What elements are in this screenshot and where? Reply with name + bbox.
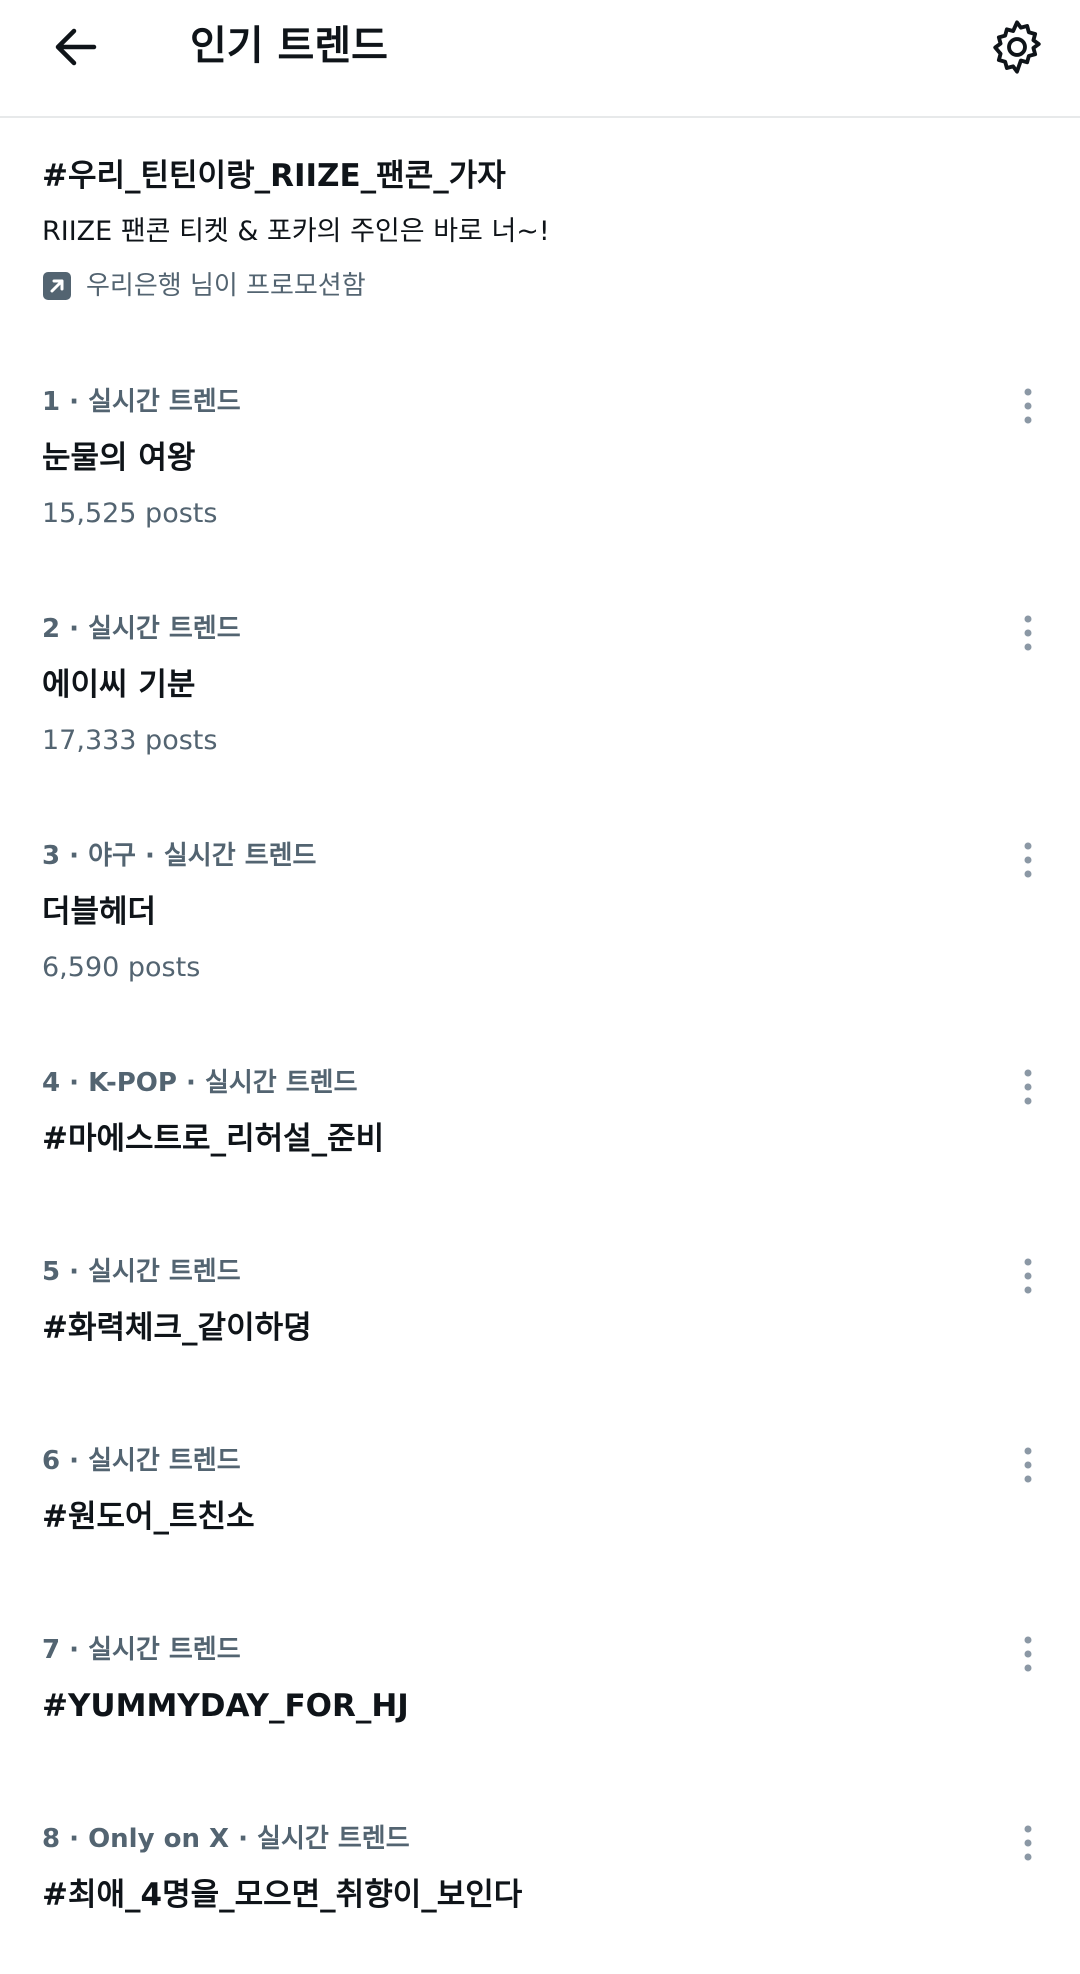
promoted-trend[interactable]: #우리_틴틴이랑_RIIZE_팬콘_가자 RIIZE 팬콘 티켓 & 포카의 주… (0, 118, 1080, 338)
back-button[interactable] (40, 12, 110, 82)
trend-name: #화력체크_같이하뎡 (42, 1310, 312, 1346)
top-bar: 인기 트렌드 (0, 0, 1080, 118)
more-vertical-icon (1024, 615, 1032, 651)
trend-meta: 2 · 실시간 트렌드 (42, 614, 241, 644)
more-options-button[interactable] (1006, 838, 1050, 882)
promoted-arrow-icon (42, 271, 72, 301)
settings-button[interactable] (980, 10, 1054, 84)
trend-item[interactable]: 2 · 실시간 트렌드 에이씨 기분 17,333 posts (0, 609, 1080, 789)
page-title: 인기 트렌드 (190, 23, 388, 69)
trend-meta: 4 · K-POP · 실시간 트렌드 (42, 1068, 358, 1098)
more-vertical-icon (1024, 1636, 1032, 1672)
more-vertical-icon (1024, 1069, 1032, 1105)
trend-meta: 8 · Only on X · 실시간 트렌드 (42, 1824, 410, 1854)
more-vertical-icon (1024, 842, 1032, 878)
trend-name: #최애_4명을_모으면_취향이_보인다 (42, 1877, 523, 1913)
trend-post-count: 17,333 posts (42, 725, 218, 756)
trend-item[interactable]: 6 · 실시간 트렌드 #원도어_트친소 (0, 1441, 1080, 1561)
trend-post-count: 6,590 posts (42, 952, 201, 983)
trend-item[interactable]: 5 · 실시간 트렌드 #화력체크_같이하뎡 (0, 1252, 1080, 1372)
more-vertical-icon (1024, 1447, 1032, 1483)
trend-meta: 5 · 실시간 트렌드 (42, 1257, 241, 1287)
more-options-button[interactable] (1006, 384, 1050, 428)
arrow-left-icon (55, 28, 97, 66)
trend-name: #YUMMYDAY_FOR_HJ (42, 1688, 409, 1724)
trend-item[interactable]: 4 · K-POP · 실시간 트렌드 #마에스트로_리허설_준비 (0, 1063, 1080, 1183)
trend-meta: 6 · 실시간 트렌드 (42, 1446, 241, 1476)
more-options-button[interactable] (1006, 1632, 1050, 1676)
trend-item[interactable]: 7 · 실시간 트렌드 #YUMMYDAY_FOR_HJ (0, 1630, 1080, 1750)
more-options-button[interactable] (1006, 1821, 1050, 1865)
trend-meta: 7 · 실시간 트렌드 (42, 1635, 241, 1665)
trend-meta: 3 · 야구 · 실시간 트렌드 (42, 841, 317, 871)
trend-post-count: 15,525 posts (42, 498, 218, 529)
trend-name: 에이씨 기분 (42, 667, 196, 703)
trend-name: 더블헤더 (42, 894, 157, 930)
more-options-button[interactable] (1006, 1443, 1050, 1487)
more-vertical-icon (1024, 1825, 1032, 1861)
trend-name: #원도어_트친소 (42, 1499, 255, 1535)
trend-name: #마에스트로_리허설_준비 (42, 1121, 385, 1157)
promoted-by-label: 우리은행 님이 프로모션함 (86, 271, 366, 301)
promoted-trend-title: #우리_틴틴이랑_RIIZE_팬콘_가자 (42, 158, 506, 194)
gear-icon (993, 20, 1041, 74)
trend-item[interactable]: 8 · Only on X · 실시간 트렌드 #최애_4명을_모으면_취향이_… (0, 1819, 1080, 1939)
promoted-by: 우리은행 님이 프로모션함 (42, 266, 366, 306)
more-options-button[interactable] (1006, 1065, 1050, 1109)
promoted-trend-description: RIIZE 팬콘 티켓 & 포카의 주인은 바로 너~! (42, 216, 550, 247)
trend-meta: 1 · 실시간 트렌드 (42, 387, 241, 417)
more-vertical-icon (1024, 1258, 1032, 1294)
trend-name: 눈물의 여왕 (42, 440, 196, 476)
more-vertical-icon (1024, 388, 1032, 424)
more-options-button[interactable] (1006, 1254, 1050, 1298)
more-options-button[interactable] (1006, 611, 1050, 655)
trend-item[interactable]: 1 · 실시간 트렌드 눈물의 여왕 15,525 posts (0, 382, 1080, 562)
trend-item[interactable]: 3 · 야구 · 실시간 트렌드 더블헤더 6,590 posts (0, 836, 1080, 1016)
